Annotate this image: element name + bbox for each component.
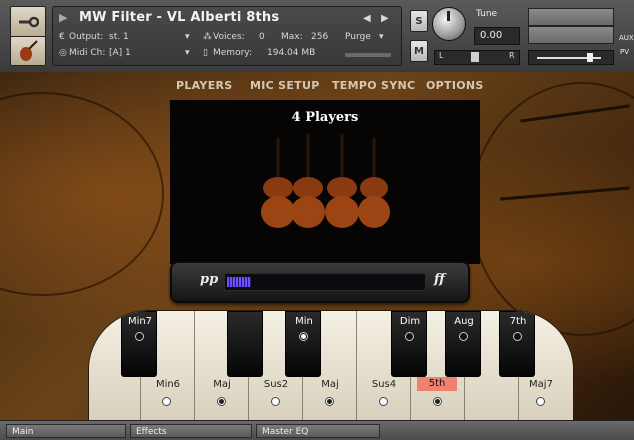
key-label: Maj7	[529, 379, 553, 390]
black-key[interactable]: Dim	[391, 311, 427, 377]
key-radio[interactable]	[433, 397, 442, 406]
output-dropdown-icon[interactable]: ▾	[185, 31, 190, 44]
instrument-main-panel: PLAYERS MIC SETUP TEMPO SYNC OPTIONS 4 P…	[0, 72, 634, 422]
tab-main[interactable]: Main	[6, 424, 126, 438]
pan-handle[interactable]	[471, 52, 479, 62]
background-violin-decoration	[470, 82, 634, 336]
key-label: Maj	[213, 379, 231, 390]
midi-dropdown-icon[interactable]: ▾	[185, 47, 190, 60]
black-key[interactable]: 7th	[499, 311, 535, 377]
wrench-icon[interactable]	[10, 6, 46, 38]
key-label: Maj	[321, 379, 339, 390]
key-label: Aug	[454, 316, 474, 327]
key-radio[interactable]	[379, 397, 388, 406]
key-label: Sus2	[263, 379, 289, 390]
kontakt-instrument-window: ▶ MW Filter - VL Alberti 8ths ◀ ▶ € Outp…	[0, 0, 634, 440]
black-key[interactable]: Aug	[445, 311, 481, 377]
output-value[interactable]: st. 1	[109, 31, 129, 44]
instrument-info-panel: ▶ MW Filter - VL Alberti 8ths ◀ ▶ € Outp…	[52, 6, 402, 66]
memory-icon: ▯	[203, 48, 208, 58]
midi-icon: ◎	[59, 48, 67, 58]
pv-button[interactable]: PV	[620, 48, 629, 56]
volume-slider[interactable]	[528, 50, 614, 65]
voices-label: Voices:	[213, 32, 245, 42]
midi-channel-label: Midi Ch:	[69, 48, 106, 58]
key-radio[interactable]	[536, 397, 545, 406]
expand-arrow-icon[interactable]: ▶	[59, 11, 67, 24]
level-meter-left	[528, 8, 614, 26]
key-radio[interactable]	[405, 332, 414, 341]
output-label: Output:	[69, 32, 104, 42]
black-key[interactable]: Min7	[121, 311, 157, 377]
key-radio[interactable]	[135, 332, 144, 341]
tab-players[interactable]: PLAYERS	[176, 79, 233, 92]
key-label: Dim	[399, 316, 421, 327]
dynamics-high-label: ff	[434, 272, 445, 287]
dynamics-slider[interactable]: pp ff	[170, 261, 470, 303]
aux-button[interactable]: AUX	[619, 34, 634, 42]
key-label: Min7	[127, 316, 153, 327]
key-radio[interactable]	[271, 397, 280, 406]
tab-tempo-sync[interactable]: TEMPO SYNC	[332, 79, 415, 92]
key-radio[interactable]	[325, 397, 334, 406]
solo-button[interactable]: S	[410, 10, 428, 32]
pan-slider[interactable]: L R	[434, 50, 520, 65]
volume-handle[interactable]	[587, 53, 593, 62]
violin-icon	[291, 134, 325, 228]
instrument-title[interactable]: MW Filter - VL Alberti 8ths	[79, 10, 279, 25]
voices-icon: ⁂	[203, 32, 212, 42]
midi-channel-value[interactable]: [A] 1	[109, 47, 131, 60]
tab-bar: PLAYERS MIC SETUP TEMPO SYNC OPTIONS	[170, 76, 483, 98]
key-radio[interactable]	[217, 397, 226, 406]
pan-left-label: L	[439, 51, 444, 60]
key-label: Min	[295, 316, 313, 327]
key-label: Min6	[155, 379, 181, 390]
violin-icon	[261, 138, 295, 228]
bottom-tab-bar: Main Effects Master EQ	[0, 420, 634, 440]
violin-icon	[358, 138, 390, 228]
memory-label: Memory:	[213, 48, 252, 58]
black-key[interactable]: Min	[285, 311, 321, 377]
violin-icon	[325, 134, 359, 228]
purge-level-bar	[345, 53, 391, 57]
tab-master-eq[interactable]: Master EQ	[256, 424, 380, 438]
max-voices-value[interactable]: 256	[311, 31, 328, 44]
max-voices-label: Max:	[281, 32, 303, 42]
mute-button[interactable]: M	[410, 40, 428, 62]
background-violin-decoration	[0, 92, 164, 296]
previous-instrument-icon[interactable]: ◀	[363, 13, 371, 24]
tab-mic-setup[interactable]: MIC SETUP	[250, 79, 320, 92]
key-radio[interactable]	[513, 332, 522, 341]
key-radio[interactable]	[459, 332, 468, 341]
next-instrument-icon[interactable]: ▶	[381, 13, 389, 24]
purge-dropdown-icon[interactable]: ▾	[379, 31, 384, 44]
tune-label: Tune	[476, 9, 498, 19]
violin-instrument-icon[interactable]	[10, 36, 46, 66]
tune-knob[interactable]	[432, 7, 466, 41]
pan-right-label: R	[509, 51, 515, 60]
key-radio[interactable]	[299, 332, 308, 341]
instrument-header: ▶ MW Filter - VL Alberti 8ths ◀ ▶ € Outp…	[0, 0, 634, 73]
chord-keyboard: Min6 Maj Sus2 Maj Sus4 5th Maj7 Min7 Min…	[88, 310, 574, 422]
key-label: Sus4	[371, 379, 397, 390]
players-panel: 4 Players	[170, 100, 480, 264]
key-label: 7th	[509, 316, 527, 327]
dynamics-track[interactable]	[224, 273, 426, 291]
dynamics-level-fill	[227, 277, 251, 287]
memory-value: 194.04 MB	[267, 48, 316, 58]
purge-button[interactable]: Purge	[345, 31, 371, 44]
voices-value: 0	[259, 32, 265, 42]
black-key[interactable]	[227, 311, 263, 377]
dynamics-low-label: pp	[200, 272, 219, 287]
tab-options[interactable]: OPTIONS	[426, 79, 484, 92]
key-label-highlighted: 5th	[417, 377, 457, 391]
players-violins-image[interactable]	[170, 100, 480, 264]
level-meter-right	[528, 26, 614, 44]
output-icon: €	[59, 32, 65, 42]
tab-effects[interactable]: Effects	[130, 424, 252, 438]
tune-value-field[interactable]: 0.00	[474, 27, 520, 45]
key-radio[interactable]	[162, 397, 171, 406]
